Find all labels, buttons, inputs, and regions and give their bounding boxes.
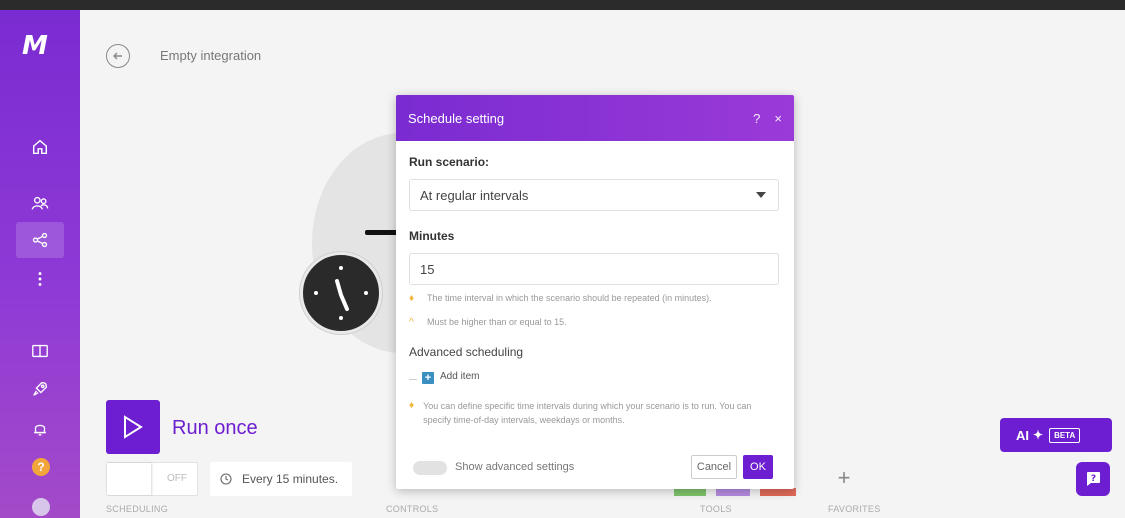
tree-line [409,379,417,380]
advanced-settings-label: Show advanced settings [455,461,575,473]
scheduling-section-label: SCHEDULING [106,504,169,514]
minutes-input[interactable]: 15 [409,253,779,285]
team-icon[interactable] [24,188,56,218]
dialog-title: Schedule setting [408,110,505,126]
sparkle-icon: ✦ [1033,428,1044,442]
add-item-label: Add item [440,371,480,382]
book-icon[interactable] [24,336,56,366]
more-icon[interactable] [24,264,56,294]
run-scenario-value: At regular intervals [420,188,529,203]
tools-swatch-red[interactable] [760,488,796,496]
dialog-help-button[interactable]: ? [753,111,760,126]
controls-section-label: CONTROLS [386,504,439,514]
minimum-hint-text: Must be higher than or equal to 15. [427,317,567,327]
advanced-hint-text: You can define specific time intervals d… [423,401,752,425]
minimum-hint: ^ Must be higher than or equal to 15. [409,317,567,328]
interval-hint-text: The time interval in which the scenario … [427,293,712,303]
home-icon[interactable] [24,132,56,162]
favorites-section-label: FAVORITES [828,504,881,514]
make-logo[interactable]: M [22,32,58,60]
tools-section-label: TOOLS [700,504,732,514]
svg-text:?: ? [1091,474,1096,484]
sidebar: M ? [0,10,80,518]
interval-hint: ♦ The time interval in which the scenari… [409,293,712,304]
lightbulb-icon: ♦ [409,400,415,411]
minutes-label: Minutes [409,229,455,243]
minutes-value: 15 [420,262,435,277]
schedule-setting-dialog: Schedule setting ? × Run scenario: At re… [396,95,794,489]
help-icon[interactable]: ? [32,458,50,476]
lightbulb-icon: ♦ [409,293,415,304]
ok-button[interactable]: OK [743,455,773,479]
chevron-down-icon [756,192,766,198]
run-scenario-select[interactable]: At regular intervals [409,179,779,211]
clock-icon [220,473,232,485]
dialog-footer: Show advanced settings Cancel OK [409,453,781,481]
chat-icon: ? [1087,472,1100,486]
chat-support-button[interactable]: ? [1076,462,1110,496]
page-title[interactable]: Empty integration [160,48,261,63]
add-item-button[interactable]: + Add item [409,369,781,389]
cancel-button[interactable]: Cancel [691,455,737,479]
run-once-label: Run once [172,417,258,439]
dialog-close-button[interactable]: × [774,111,782,126]
schedule-summary-text: Every 15 minutes. [242,472,339,486]
bell-icon[interactable] [24,414,56,444]
schedule-summary-button[interactable]: Every 15 minutes. [210,462,352,496]
run-scenario-label: Run scenario: [409,155,490,169]
scheduling-toggle[interactable]: OFF [106,462,198,496]
dialog-header: Schedule setting ? × [396,95,794,141]
advanced-settings-toggle[interactable] [413,461,447,475]
add-favorite-button[interactable]: + [830,464,858,492]
ai-assistant-button[interactable]: AI ✦ BETA [1000,418,1112,452]
window-top-bar [0,0,1125,10]
share-icon[interactable] [16,222,64,258]
advanced-hint: ♦ You can define specific time intervals… [409,399,781,427]
plus-icon: + [422,372,434,384]
rocket-icon[interactable] [24,374,56,404]
back-button[interactable] [106,44,130,68]
beta-badge: BETA [1049,427,1081,443]
tools-swatch-green[interactable] [674,488,706,496]
toggle-state-label: OFF [167,473,187,484]
advanced-scheduling-heading: Advanced scheduling [409,345,524,359]
ai-label: AI [1016,427,1029,443]
tools-swatch-purple[interactable] [716,488,750,496]
schedule-clock-icon[interactable] [300,252,382,334]
toggle-knob [107,463,151,495]
run-once-button[interactable] [106,400,160,454]
warning-icon: ^ [409,317,414,328]
avatar[interactable] [32,498,50,516]
